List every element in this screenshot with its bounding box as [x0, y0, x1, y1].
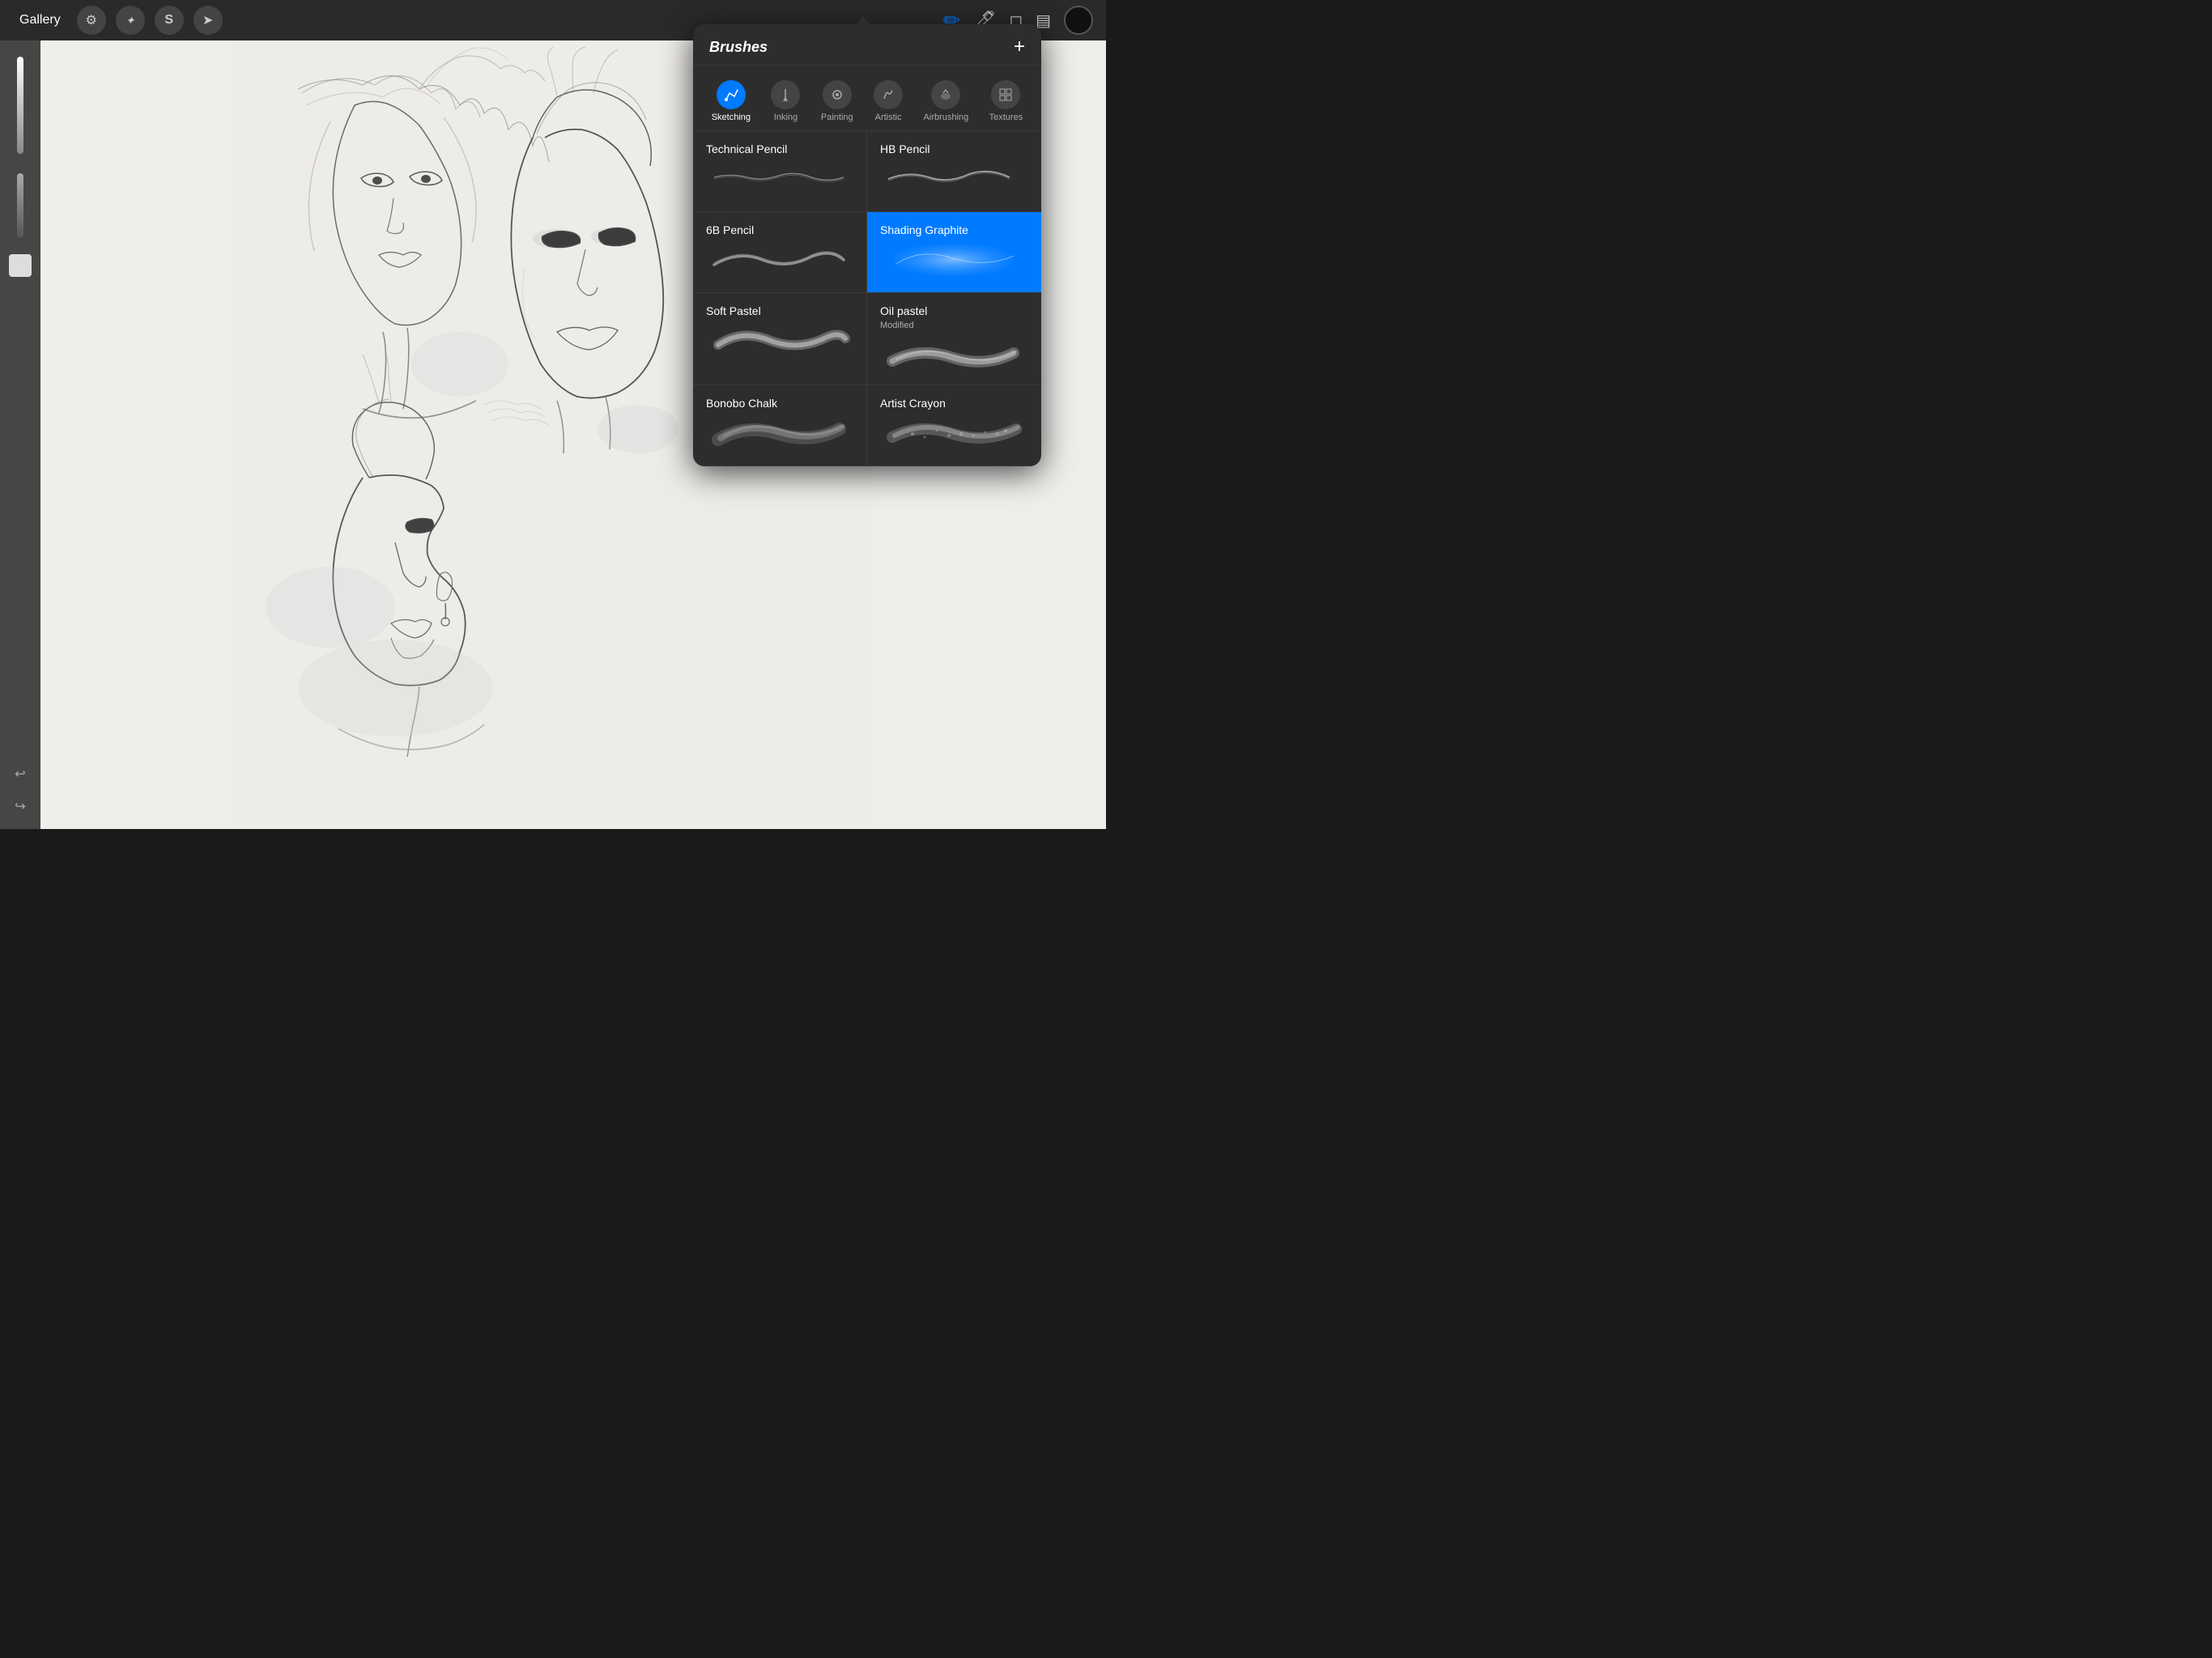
- category-tab-inking[interactable]: Inking: [763, 75, 808, 130]
- smudge-icon[interactable]: S: [155, 6, 184, 35]
- size-slider[interactable]: [17, 173, 23, 238]
- panel-arrow: [855, 16, 871, 26]
- wrench-icon[interactable]: ⚙: [77, 6, 106, 35]
- painting-icon: [823, 80, 852, 109]
- undo-button[interactable]: ↩: [7, 761, 33, 787]
- brush-name-bonobo-chalk: Bonobo Chalk: [706, 397, 853, 410]
- category-label-painting: Painting: [821, 113, 853, 122]
- brush-name-6b-pencil: 6B Pencil: [706, 223, 853, 236]
- category-label-artistic: Artistic: [875, 113, 902, 122]
- category-tab-painting[interactable]: Painting: [813, 75, 861, 130]
- brush-stroke-hb-pencil: [880, 159, 1028, 195]
- brush-list: Technical Pencil HB Pencil 6B Pencil: [693, 131, 1041, 466]
- panel-title: Brushes: [709, 39, 768, 56]
- brush-item-technical-pencil[interactable]: Technical Pencil: [693, 131, 867, 212]
- color-swatch[interactable]: [9, 254, 32, 277]
- brushes-panel: Brushes + Sketching Inking Painting: [693, 24, 1041, 466]
- brush-stroke-bonobo-chalk: [706, 413, 853, 449]
- brush-name-soft-pastel: Soft Pastel: [706, 304, 853, 317]
- toolbar-left: Gallery ⚙ ✦ S ➤: [13, 6, 223, 35]
- transform-icon[interactable]: ➤: [194, 6, 223, 35]
- category-tab-artistic[interactable]: Artistic: [866, 75, 911, 130]
- category-tab-textures[interactable]: Textures: [981, 75, 1032, 130]
- brush-item-bonobo-chalk[interactable]: Bonobo Chalk: [693, 385, 867, 466]
- airbrushing-icon: [931, 80, 960, 109]
- brush-item-hb-pencil[interactable]: HB Pencil: [867, 131, 1041, 212]
- artistic-icon: [874, 80, 903, 109]
- brush-item-6b-pencil[interactable]: 6B Pencil: [693, 212, 867, 293]
- brush-stroke-6b-pencil: [706, 240, 853, 276]
- textures-icon: [991, 80, 1020, 109]
- brush-name-hb-pencil: HB Pencil: [880, 142, 1028, 155]
- avatar: [1064, 6, 1093, 35]
- category-tab-sketching[interactable]: Sketching: [704, 75, 759, 130]
- brush-item-soft-pastel[interactable]: Soft Pastel: [693, 293, 867, 385]
- inking-icon: [771, 80, 800, 109]
- gallery-button[interactable]: Gallery: [13, 10, 67, 31]
- brush-sub-oil-pastel: Modified: [880, 321, 1028, 330]
- opacity-slider[interactable]: [17, 57, 23, 154]
- category-label-textures: Textures: [989, 113, 1023, 122]
- sketching-icon: [717, 80, 746, 109]
- redo-button[interactable]: ↪: [7, 793, 33, 819]
- brush-stroke-technical-pencil: [706, 159, 853, 195]
- brush-stroke-oil-pastel: [880, 337, 1028, 373]
- brush-name-shading-graphite: Shading Graphite: [880, 223, 1028, 236]
- brush-stroke-shading-graphite: [880, 240, 1028, 276]
- brush-name-oil-pastel: Oil pastel: [880, 304, 1028, 317]
- brush-name-artist-crayon: Artist Crayon: [880, 397, 1028, 410]
- magic-icon[interactable]: ✦: [116, 6, 145, 35]
- panel-header: Brushes +: [693, 24, 1041, 66]
- brush-item-shading-graphite[interactable]: Shading Graphite: [867, 212, 1041, 293]
- category-label-airbrushing: Airbrushing: [924, 113, 969, 122]
- brush-name-technical-pencil: Technical Pencil: [706, 142, 853, 155]
- brush-stroke-artist-crayon: [880, 413, 1028, 449]
- brush-item-artist-crayon[interactable]: Artist Crayon: [867, 385, 1041, 466]
- panel-add-button[interactable]: +: [1014, 37, 1025, 57]
- left-sidebar: ↩ ↪: [0, 40, 40, 829]
- brush-categories: Sketching Inking Painting Artistic Airbr…: [693, 66, 1041, 131]
- category-label-inking: Inking: [774, 113, 798, 122]
- category-label-sketching: Sketching: [712, 113, 751, 122]
- brush-stroke-soft-pastel: [706, 321, 853, 357]
- brush-item-oil-pastel[interactable]: Oil pastel Modified: [867, 293, 1041, 385]
- category-tab-airbrushing[interactable]: Airbrushing: [916, 75, 977, 130]
